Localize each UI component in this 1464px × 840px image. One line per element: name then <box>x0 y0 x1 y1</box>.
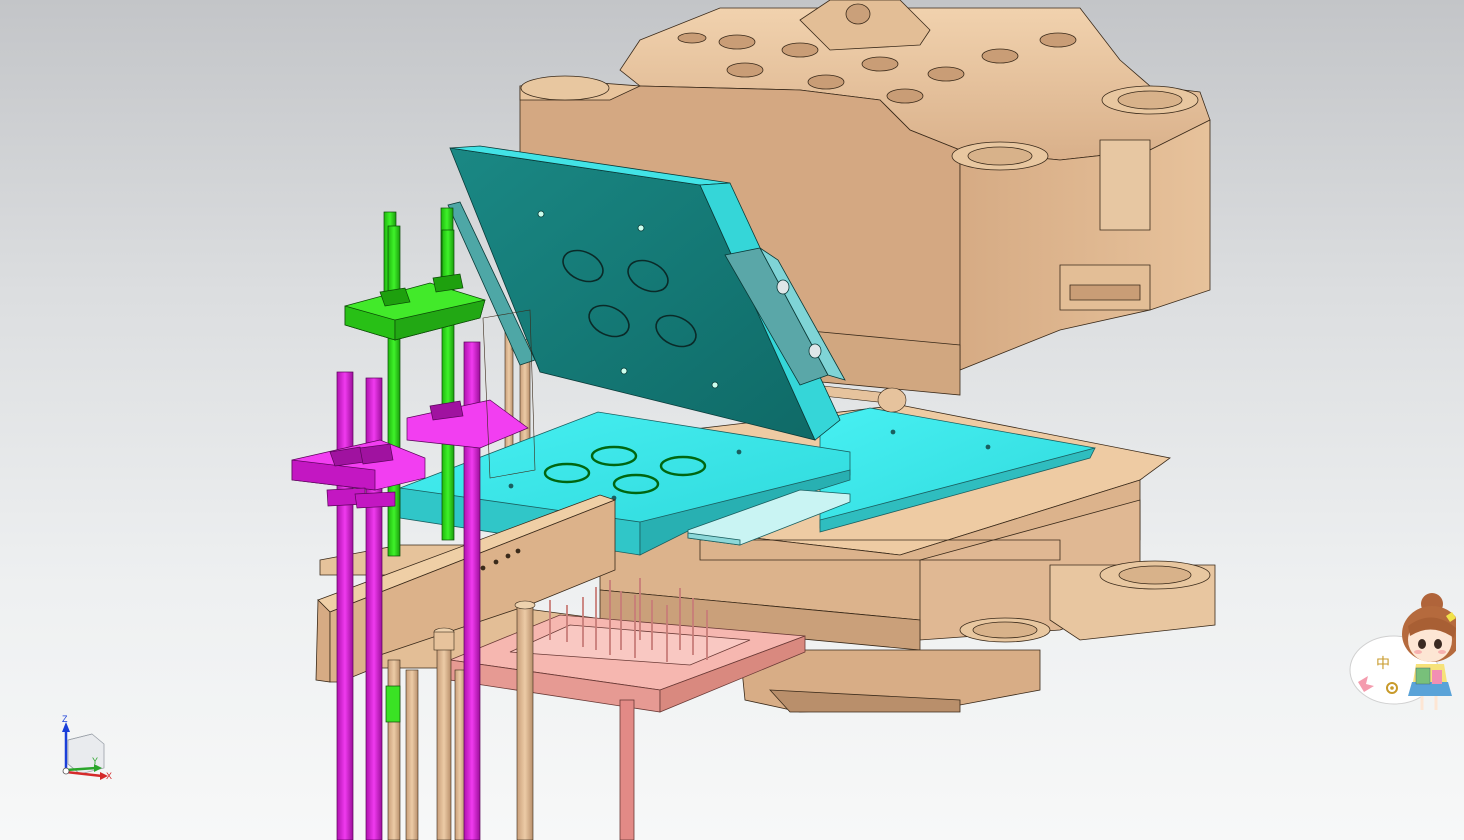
mold-assembly-3d-model[interactable] <box>0 0 1464 840</box>
ime-status-mascot-icon[interactable]: 中 <box>1348 586 1462 710</box>
x-axis-label: X <box>106 771 113 781</box>
cad-graphics-viewport[interactable]: Z Y X 中 <box>0 0 1464 840</box>
axis-triad-icon: Z Y X <box>52 712 122 784</box>
y-axis-label: Y <box>92 756 99 766</box>
ime-language-indicator[interactable]: 中 <box>1376 656 1390 672</box>
z-axis-label: Z <box>62 714 68 724</box>
